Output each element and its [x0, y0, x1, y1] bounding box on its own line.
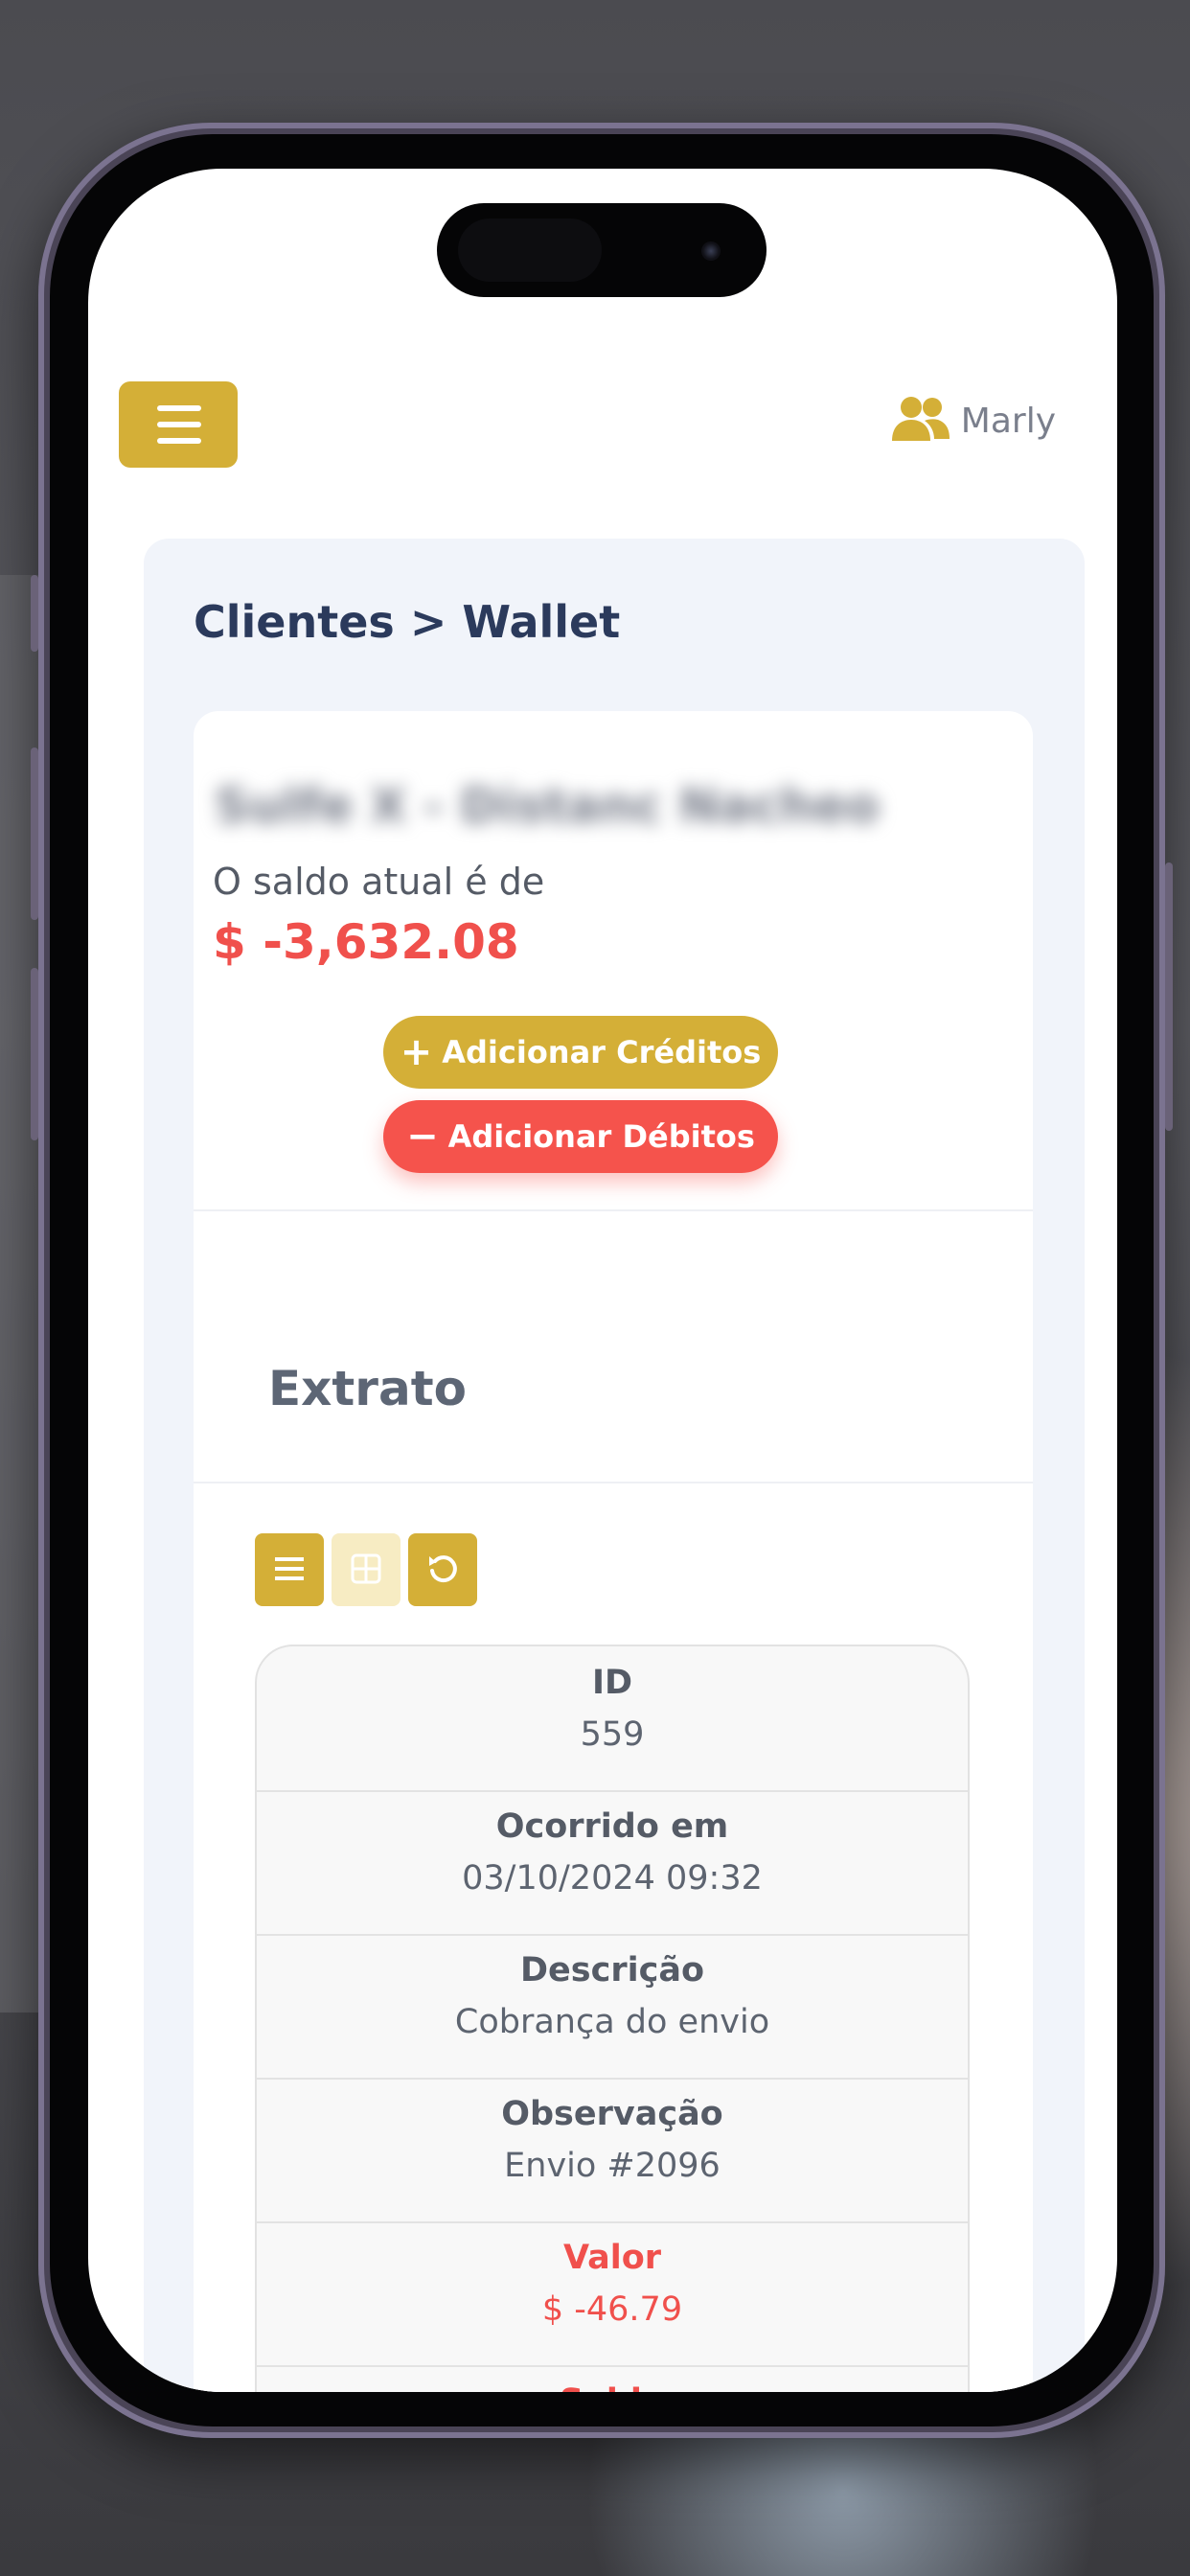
- phone-power-button: [1165, 862, 1173, 1131]
- user-menu[interactable]: Marly: [890, 395, 1056, 447]
- balance-value: $ -3,632.08: [213, 914, 519, 970]
- field-balance: Saldo: [257, 2365, 968, 2392]
- field-label: Saldo: [257, 2382, 968, 2392]
- menu-button[interactable]: [119, 381, 238, 468]
- field-value: Cobrança do envio: [454, 2003, 770, 2041]
- phone-volume-up: [31, 748, 38, 920]
- user-name: Marly: [960, 401, 1056, 441]
- field-amount: Valor $ -46.79: [257, 2221, 968, 2367]
- field-label: Descrição: [519, 1951, 705, 1990]
- phone-volume-down: [31, 968, 38, 1140]
- field-label: Ocorrido em: [495, 1807, 729, 1846]
- refresh-button[interactable]: [408, 1533, 477, 1606]
- dynamic-island: [437, 203, 767, 297]
- refresh-icon: [426, 1552, 459, 1588]
- field-description: Descrição Cobrança do envio: [257, 1934, 968, 2080]
- minus-icon: −: [406, 1115, 439, 1159]
- users-icon: [890, 395, 951, 447]
- plus-icon: +: [400, 1030, 433, 1074]
- list-view-button[interactable]: [255, 1533, 324, 1606]
- list-view-icon: [273, 1554, 306, 1586]
- grid-view-button[interactable]: [332, 1533, 400, 1606]
- add-debits-label: Adicionar Débitos: [447, 1118, 755, 1155]
- field-label: Valor: [562, 2239, 662, 2277]
- add-credits-button[interactable]: + Adicionar Créditos: [383, 1016, 778, 1089]
- camera-icon: [701, 242, 721, 261]
- field-value: $ -46.79: [541, 2290, 683, 2329]
- statement-table: ID 559 Ocorrido em 03/10/2024 09:32 Desc…: [255, 1644, 970, 2392]
- breadcrumb: Clientes > Wallet: [194, 596, 621, 648]
- field-observation: Observação Envio #2096: [257, 2078, 968, 2223]
- add-credits-label: Adicionar Créditos: [442, 1034, 762, 1070]
- statement-title: Extrato: [268, 1361, 467, 1416]
- app-screen: Marly Clientes > Wallet Sulfe X - Distan…: [88, 169, 1117, 2392]
- grid-view-icon: [351, 1553, 381, 1587]
- field-occurred-at: Ocorrido em 03/10/2024 09:32: [257, 1790, 968, 1936]
- field-label: ID: [591, 1664, 633, 1702]
- field-label: Observação: [501, 2095, 723, 2133]
- field-id: ID 559: [257, 1646, 968, 1792]
- add-debits-button[interactable]: − Adicionar Débitos: [383, 1100, 778, 1173]
- field-value: 559: [580, 1715, 645, 1754]
- divider: [194, 1482, 1033, 1484]
- client-name: Sulfe X - Distanc Nacheo: [215, 778, 880, 834]
- phone-side-button: [31, 575, 38, 652]
- field-value: 03/10/2024 09:32: [462, 1859, 763, 1898]
- divider: [194, 1209, 1033, 1211]
- statement-toolbar: [255, 1533, 477, 1606]
- field-value: Envio #2096: [504, 2147, 721, 2185]
- balance-label: O saldo atual é de: [213, 861, 545, 903]
